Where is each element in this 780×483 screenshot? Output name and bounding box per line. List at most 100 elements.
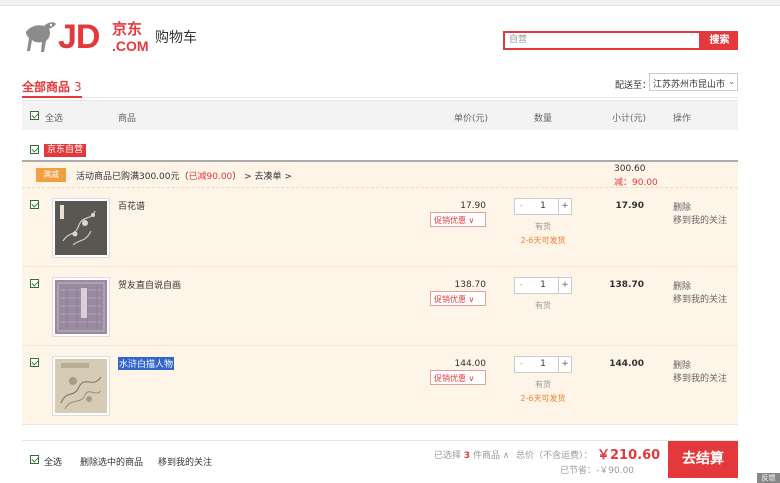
header-unit-price: 单价(元) (454, 114, 489, 124)
product-thumbnail[interactable] (52, 356, 110, 416)
promo-reduced: 已减90.00 (188, 172, 233, 182)
move-to-favorites-link[interactable]: 移到我的关注 (673, 371, 727, 384)
item-checkbox[interactable] (30, 358, 39, 367)
book-cover-image (55, 359, 107, 413)
cart-item: 贺友直自说自画 138.70 促销优惠 ∨ - 1 + 有货 138.70 删除… (22, 267, 738, 346)
shop-name-badge[interactable]: 京东自营 (44, 144, 87, 157)
item-name[interactable]: 水浒白描人物 (118, 357, 175, 370)
shipping-label: 配送至： (615, 81, 652, 91)
search-input[interactable]: 自营 (503, 31, 701, 50)
search-box: 自营 搜索 (503, 31, 738, 50)
header-actions: 操作 (673, 114, 692, 124)
delete-link[interactable]: 删除 (673, 358, 691, 371)
item-subtotal: 17.90 (615, 201, 644, 211)
logo-jd-text: JD (58, 18, 100, 56)
cart-item: 水浒白描人物 144.00 促销优惠 ∨ - 1 + 有货 2-6天可发货 14… (22, 346, 738, 425)
logo-cn-text: 京东 (112, 20, 143, 38)
feedback-button[interactable]: 反馈 (757, 473, 780, 483)
promo-text-prefix: 活动商品已购满300.00元（ (76, 172, 189, 182)
product-thumbnail[interactable] (52, 277, 110, 337)
saved-amount: 已节省：-￥90.00 (560, 463, 634, 476)
shipping-region-select[interactable]: 江苏苏州市昆山市 ⌄ (649, 73, 738, 91)
move-to-favorites-link[interactable]: 移到我的关注 (673, 292, 727, 305)
promo-dropdown[interactable]: 促销优惠 ∨ (430, 291, 486, 306)
jd-logo[interactable]: JD 京东 .COM (24, 18, 149, 58)
total-label: 总价（不含运费）： (516, 451, 593, 461)
quantity-decrease-button[interactable]: - (514, 277, 528, 294)
item-subtotal: 138.70 (609, 280, 644, 290)
quantity-increase-button[interactable]: + (558, 198, 572, 215)
top-bar (0, 0, 780, 6)
jd-dog-mascot-icon (26, 22, 56, 52)
quantity-increase-button[interactable]: + (558, 356, 572, 373)
item-name[interactable]: 百花谱 (118, 199, 145, 212)
select-all-checkbox[interactable] (30, 111, 39, 120)
promo-reduced-amount: 减：90.00 (614, 178, 658, 188)
shipping-region-value: 江苏苏州市昆山市 (653, 80, 726, 90)
promo-tag: 满减 (36, 168, 66, 182)
move-selected-to-favorites-link[interactable]: 移到我的关注 (158, 455, 212, 468)
selected-prefix: 已选择 (434, 451, 462, 461)
ship-time: 2-6天可发货 (520, 394, 566, 403)
item-checkbox[interactable] (30, 279, 39, 288)
book-cover-image (55, 280, 107, 334)
delete-selected-link[interactable]: 删除选中的商品 (80, 455, 143, 468)
logo-com-text: .COM (112, 38, 149, 54)
item-subtotal: 144.00 (609, 359, 644, 369)
promo-text: 活动商品已购满300.00元（已减90.00） > 去凑单 > (76, 169, 292, 182)
promo-dropdown[interactable]: 促销优惠 ∨ (430, 212, 486, 227)
tab-all-products[interactable]: 全部商品 3 (22, 78, 82, 95)
quantity-decrease-button[interactable]: - (514, 356, 528, 373)
footer-select-all-checkbox[interactable] (30, 455, 39, 464)
quantity-input[interactable]: 1 (527, 198, 559, 215)
stock-status: 有货 (535, 301, 551, 310)
cart-item: 百花谱 17.90 促销优惠 ∨ - 1 + 有货 2-6天可发货 17.90 … (22, 188, 738, 267)
header-product: 商品 (118, 114, 137, 124)
cart-table-header: 全选 商品 单价(元) 数量 小计(元) 操作 (22, 100, 738, 130)
item-name[interactable]: 贺友直自说自画 (118, 278, 181, 291)
item-unit-price: 144.00 (454, 359, 487, 369)
delete-link[interactable]: 删除 (673, 200, 691, 213)
quantity-input[interactable]: 1 (527, 356, 559, 373)
quantity-increase-button[interactable]: + (558, 277, 572, 294)
stock-status: 有货 (535, 222, 551, 231)
footer-select-all-label[interactable]: 全选 (44, 455, 62, 468)
tab-active-underline (22, 96, 82, 98)
total-price: ￥210.60 (597, 448, 661, 463)
tab-all-count: 3 (74, 80, 82, 94)
promo-go-link[interactable]: > 去凑单 > (244, 172, 292, 182)
cart-footer: 全选 删除选中的商品 移到我的关注 已选择 3 件商品 ∧ 总价（不含运费）： … (22, 440, 738, 478)
quantity-input[interactable]: 1 (527, 277, 559, 294)
item-unit-price: 138.70 (454, 280, 487, 290)
quantity-decrease-button[interactable]: - (514, 198, 528, 215)
header-subtotal: 小计(元) (612, 114, 647, 124)
promo-bar: 满减 活动商品已购满300.00元（已减90.00） > 去凑单 > 300.6… (22, 162, 738, 188)
shop-checkbox[interactable] (30, 145, 39, 154)
header-quantity: 数量 (534, 114, 553, 124)
header-select-all: 全选 (45, 114, 64, 124)
selected-suffix: 件商品 ∧ (473, 451, 510, 461)
tab-divider (22, 97, 738, 98)
delete-link[interactable]: 删除 (673, 279, 691, 292)
promo-text-suffix: ） (232, 172, 242, 182)
quantity-stepper: - 1 + (514, 277, 572, 294)
page-title: 购物车 (155, 30, 197, 46)
product-thumbnail[interactable] (52, 198, 110, 258)
promo-sum: 300.60 (614, 164, 646, 174)
checkout-button[interactable]: 去结算 (668, 441, 738, 478)
chevron-down-icon: ⌄ (728, 77, 735, 86)
selected-count: 3 (463, 451, 471, 461)
ship-time: 2-6天可发货 (520, 236, 566, 245)
stock-status: 有货 (535, 380, 551, 389)
selected-count-toggle[interactable]: 已选择 3 件商品 ∧ (434, 448, 509, 461)
saved-label: 已节省： (560, 466, 597, 476)
tab-all-label: 全部商品 (22, 80, 71, 94)
quantity-stepper: - 1 + (514, 356, 572, 373)
search-button[interactable]: 搜索 (701, 31, 738, 50)
move-to-favorites-link[interactable]: 移到我的关注 (673, 213, 727, 226)
item-checkbox[interactable] (30, 200, 39, 209)
promo-dropdown[interactable]: 促销优惠 ∨ (430, 370, 486, 385)
quantity-stepper: - 1 + (514, 198, 572, 215)
book-cover-image (55, 201, 107, 255)
saved-value: -￥90.00 (596, 466, 635, 476)
